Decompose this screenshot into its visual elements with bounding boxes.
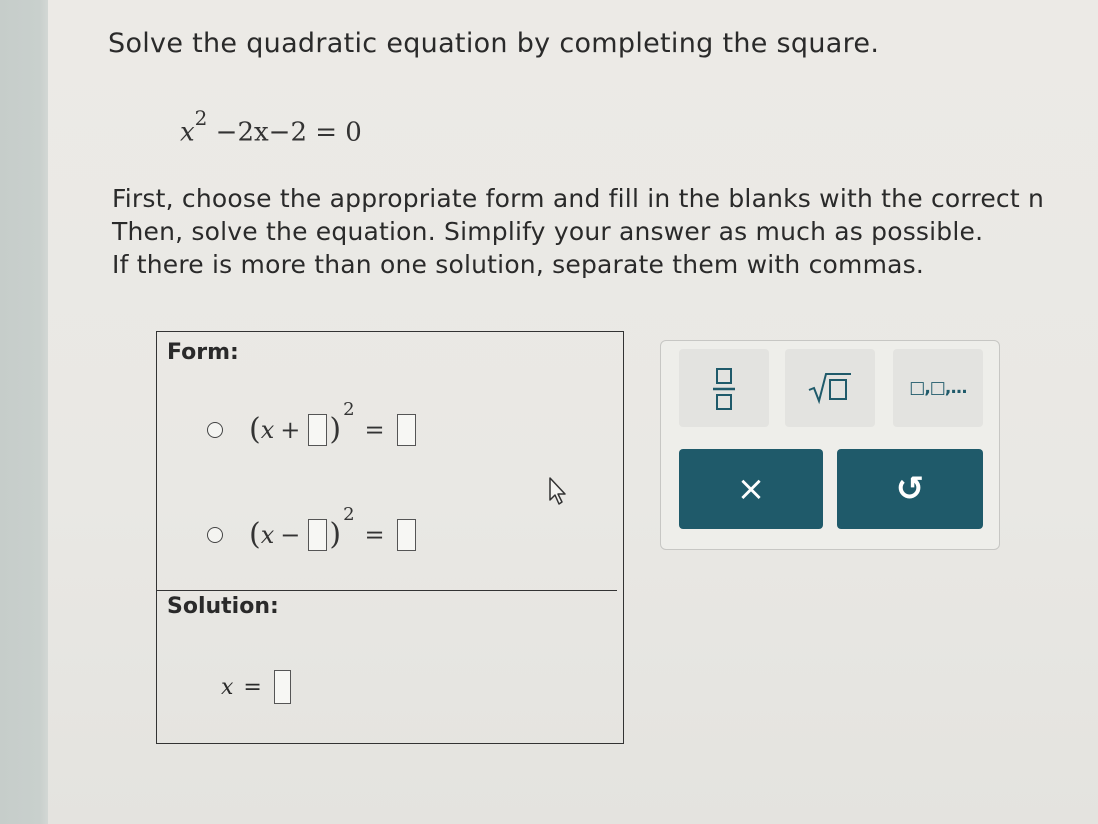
fraction-icon bbox=[713, 368, 735, 410]
blank-input-plus-inner[interactable] bbox=[308, 413, 328, 446]
radio-button-minus[interactable] bbox=[207, 526, 223, 543]
equation-variable: x bbox=[180, 117, 195, 148]
section-divider bbox=[157, 590, 617, 591]
problem-title: Solve the quadratic equation by completi… bbox=[108, 28, 880, 59]
quadratic-equation: x2 −2x−2 = 0 bbox=[180, 106, 362, 148]
answer-box: Form: ( x + ) 2 = ( x − ) 2 = Solution: … bbox=[156, 331, 624, 744]
form-option-plus[interactable]: ( x + ) 2 = bbox=[207, 399, 418, 447]
radio-button-plus[interactable] bbox=[207, 421, 223, 438]
list-separator-icon: □,□,... bbox=[909, 378, 967, 398]
solution-label: Solution: bbox=[167, 594, 279, 619]
instruction-line-2: Then, solve the equation. Simplify your … bbox=[112, 217, 984, 246]
blank-input-plus-rhs[interactable] bbox=[396, 413, 416, 446]
close-icon: × bbox=[736, 469, 766, 509]
solution-input[interactable] bbox=[273, 670, 291, 704]
square-root-icon bbox=[808, 373, 851, 405]
instruction-line-1: First, choose the appropriate form and f… bbox=[112, 184, 1045, 213]
blank-input-minus-inner[interactable] bbox=[308, 518, 328, 551]
undo-button[interactable]: ↺ bbox=[837, 449, 983, 529]
mouse-cursor-icon bbox=[549, 477, 566, 505]
blank-input-minus-rhs[interactable] bbox=[396, 518, 416, 551]
equation-exponent: 2 bbox=[194, 106, 208, 130]
fraction-button[interactable] bbox=[679, 349, 769, 427]
form-option-minus[interactable]: ( x − ) 2 = bbox=[207, 504, 418, 552]
math-toolbar: □,□,... × ↺ bbox=[660, 340, 1000, 550]
clear-button[interactable]: × bbox=[679, 449, 823, 529]
instruction-line-3: If there is more than one solution, sepa… bbox=[112, 250, 925, 279]
solution-equation: x = bbox=[221, 670, 293, 704]
equation-rest: −2x−2 = 0 bbox=[215, 117, 362, 148]
list-button[interactable]: □,□,... bbox=[893, 349, 983, 427]
square-root-button[interactable] bbox=[785, 349, 875, 427]
form-label: Form: bbox=[167, 340, 239, 365]
undo-icon: ↺ bbox=[895, 469, 925, 509]
